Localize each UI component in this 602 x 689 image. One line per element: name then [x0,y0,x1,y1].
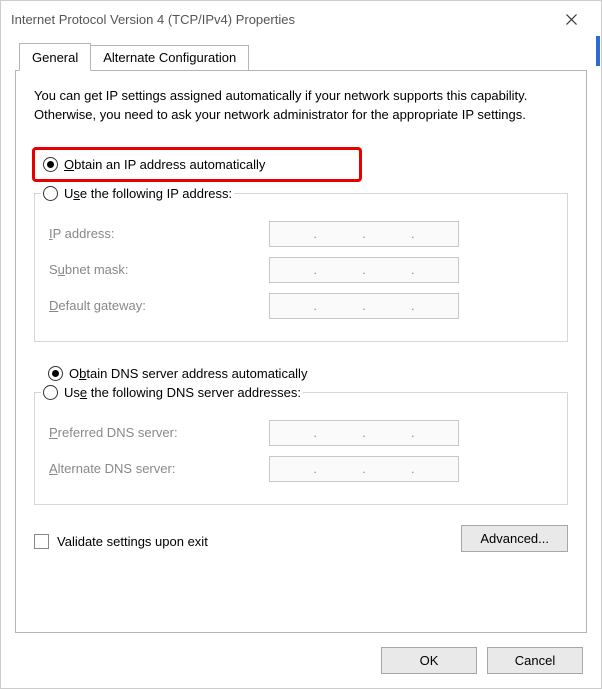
radio-use-following-ip[interactable]: Use the following IP address: [41,186,234,201]
client-area: General Alternate Configuration You can … [1,37,601,688]
tab-general[interactable]: General [19,43,91,71]
cancel-button[interactable]: Cancel [487,647,583,674]
highlight-obtain-ip-auto: Obtain an IP address automatically [32,147,362,182]
label-alternate-dns: Alternate DNS server: [49,461,269,476]
radio-icon [43,157,58,172]
radio-label: Obtain an IP address automatically [64,157,265,172]
radio-label: Use the following IP address: [64,186,232,201]
close-button[interactable] [551,5,591,33]
ipv4-properties-window: Internet Protocol Version 4 (TCP/IPv4) P… [0,0,602,689]
advanced-button[interactable]: Advanced... [461,525,568,552]
label-ip-address: IP address: [49,226,269,241]
label-default-gateway: Default gateway: [49,298,269,313]
intro-text: You can get IP settings assigned automat… [34,87,568,125]
titlebar: Internet Protocol Version 4 (TCP/IPv4) P… [1,1,601,37]
radio-use-following-dns[interactable]: Use the following DNS server addresses: [41,385,303,400]
radio-icon [43,186,58,201]
legend-use-following-dns: Use the following DNS server addresses: [41,385,303,400]
row-subnet-mask: Subnet mask: ... [49,257,553,283]
checkbox-label: Validate settings upon exit [57,534,208,549]
window-title: Internet Protocol Version 4 (TCP/IPv4) P… [11,12,551,27]
radio-icon [43,385,58,400]
label-preferred-dns: Preferred DNS server: [49,425,269,440]
label-subnet-mask: Subnet mask: [49,262,269,277]
radio-label: Use the following DNS server addresses: [64,385,301,400]
close-icon [566,14,577,25]
row-ip-address: IP address: ... [49,221,553,247]
radio-icon [48,366,63,381]
checkbox-validate-on-exit[interactable]: Validate settings upon exit [34,534,208,549]
group-use-following-ip: Use the following IP address: IP address… [34,186,568,342]
checkbox-icon [34,534,49,549]
radio-obtain-dns-auto[interactable]: Obtain DNS server address automatically [44,362,568,385]
tab-alternate-configuration[interactable]: Alternate Configuration [90,45,249,70]
input-preferred-dns[interactable]: ... [269,420,459,446]
legend-use-following-ip: Use the following IP address: [41,186,234,201]
ok-button[interactable]: OK [381,647,477,674]
radio-obtain-ip-auto[interactable]: Obtain an IP address automatically [39,153,355,176]
decorative-stripe [596,36,600,66]
radio-label: Obtain DNS server address automatically [69,366,307,381]
input-alternate-dns[interactable]: ... [269,456,459,482]
row-alternate-dns: Alternate DNS server: ... [49,456,553,482]
input-ip-address[interactable]: ... [269,221,459,247]
bottom-row: Validate settings upon exit Advanced... [34,525,568,552]
dialog-buttons: OK Cancel [15,633,587,674]
tab-strip: General Alternate Configuration [19,43,587,70]
row-default-gateway: Default gateway: ... [49,293,553,319]
input-default-gateway[interactable]: ... [269,293,459,319]
row-preferred-dns: Preferred DNS server: ... [49,420,553,446]
tab-pane-general: You can get IP settings assigned automat… [15,70,587,633]
input-subnet-mask[interactable]: ... [269,257,459,283]
group-use-following-dns: Use the following DNS server addresses: … [34,385,568,505]
